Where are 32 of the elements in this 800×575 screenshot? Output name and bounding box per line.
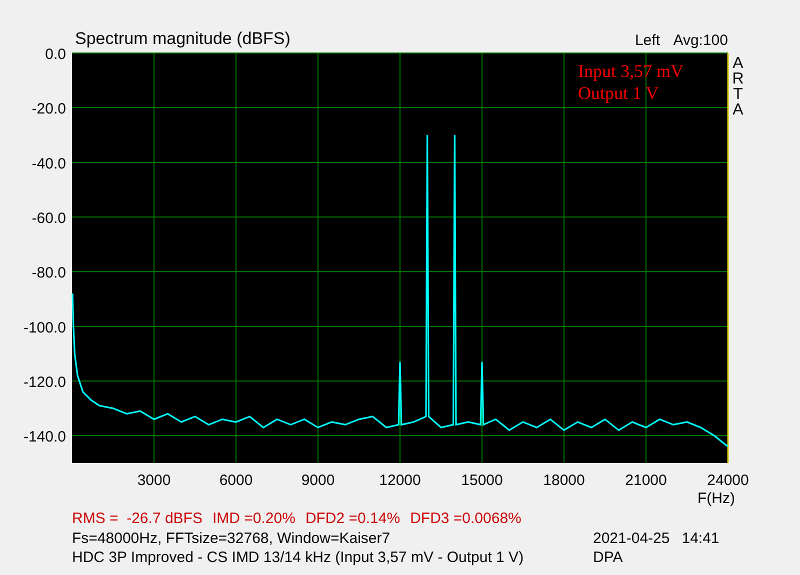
- measurement-text: DFD2 =0.14%: [305, 510, 400, 528]
- average-label: Avg:100: [673, 32, 728, 49]
- date-text: 2021-04-25: [593, 530, 670, 548]
- brand-text: ARTA: [732, 55, 744, 118]
- y-tick-label: -40.0: [32, 155, 66, 172]
- chart-title: Spectrum magnitude (dBFS): [75, 29, 290, 48]
- author-text: DPA: [593, 549, 624, 568]
- annotation-text: Output 1 V: [578, 83, 659, 103]
- x-tick-label: 6000: [219, 472, 253, 489]
- x-tick-label: 3000: [137, 472, 171, 489]
- measurement-text: IMD =0.20%: [212, 510, 296, 528]
- x-tick-label: 18000: [543, 472, 585, 489]
- measurement-text: DFD3 =0.0068%: [410, 510, 522, 528]
- y-tick-label: -100.0: [23, 319, 66, 336]
- x-tick-label: 24000: [707, 472, 749, 489]
- channel-label: Left: [634, 32, 660, 49]
- y-tick-label: -140.0: [23, 428, 66, 446]
- y-tick-label: -60.0: [32, 210, 66, 227]
- annotation-text: Input 3,57 mV: [578, 61, 684, 81]
- x-axis-label: F(Hz): [698, 490, 735, 507]
- y-tick-label: -120.0: [23, 374, 66, 391]
- x-tick-label: 12000: [379, 472, 421, 489]
- x-tick-label: 21000: [625, 472, 667, 489]
- x-tick-label: 9000: [301, 472, 335, 489]
- y-tick-label: -80.0: [32, 264, 66, 282]
- time-text: 14:41: [682, 530, 720, 548]
- measurement-text: RMS = -26.7 dBFS: [72, 510, 202, 528]
- x-tick-label: 15000: [461, 472, 503, 489]
- settings-text: Fs=48000Hz, FFTsize=32768, Window=Kaiser7: [72, 530, 392, 548]
- y-tick-label: -20.0: [32, 100, 66, 118]
- y-tick-label: 0.0: [45, 46, 66, 63]
- description-text: HDC 3P Improved - CS IMD 13/14 kHz (Input 3,57 mV - Output 1 V): [72, 549, 525, 568]
